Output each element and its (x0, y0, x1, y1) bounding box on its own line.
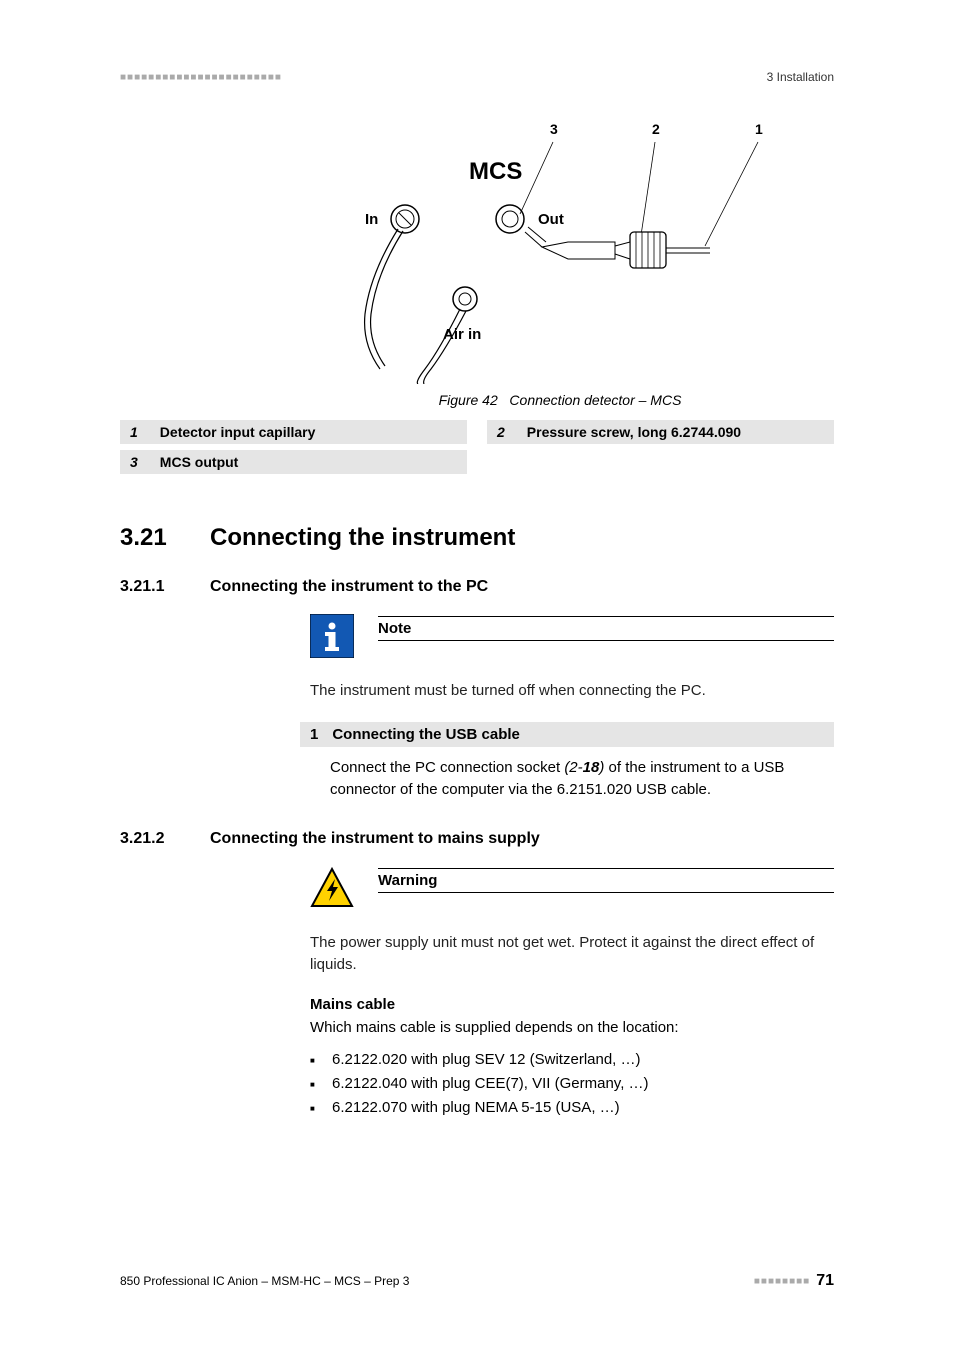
legend-text: Detector input capillary (160, 424, 316, 440)
step-block: 1 Connecting the USB cable Connect the P… (300, 722, 834, 801)
note-block: Note The instrument must be turned off w… (310, 614, 834, 702)
step-head: 1 Connecting the USB cable (300, 722, 834, 747)
figure-caption-text: Connection detector – MCS (509, 392, 681, 408)
mains-intro: Which mains cable is supplied depends on… (310, 1019, 834, 1036)
warning-block: Warning The power supply unit must not g… (310, 866, 834, 976)
step-title: Connecting the USB cable (332, 726, 520, 743)
legend-text: MCS output (160, 454, 239, 470)
warning-label: Warning (378, 868, 834, 893)
section-number: 3.21 (120, 524, 210, 552)
figure-label-out: Out (538, 211, 564, 228)
figure-legend: 1 Detector input capillary 2 Pressure sc… (120, 420, 834, 474)
note-body: The instrument must be turned off when c… (310, 680, 834, 702)
legend-item-2: 2 Pressure screw, long 6.2744.090 (487, 420, 834, 444)
legend-text: Pressure screw, long 6.2744.090 (527, 424, 741, 440)
callout-2-label: 2 (652, 121, 660, 137)
subsection-2-heading: 3.21.2 Connecting the instrument to main… (120, 830, 834, 848)
figure-caption: Figure 42 Connection detector – MCS (310, 392, 810, 408)
figure-title: MCS (469, 158, 522, 185)
legend-num: 3 (130, 454, 138, 470)
mains-list: 6.2122.020 with plug SEV 12 (Switzerland… (310, 1048, 834, 1120)
footer-left: 850 Professional IC Anion – MSM-HC – MCS… (120, 1274, 409, 1288)
section-heading: 3.21 Connecting the instrument (120, 524, 834, 552)
legend-item-1: 1 Detector input capillary (120, 420, 467, 444)
header-chapter: 3 Installation (767, 70, 834, 84)
figure-diagram: 3 2 1 MCS In Out (310, 114, 810, 384)
list-item: 6.2122.070 with plug NEMA 5-15 (USA, …) (310, 1096, 834, 1120)
header-decor-left: ■■■■■■■■■■■■■■■■■■■■■■■ (120, 72, 282, 83)
subsection-1-heading: 3.21.1 Connecting the instrument to the … (120, 578, 834, 596)
page-number: 71 (816, 1272, 834, 1290)
callout-1-label: 1 (755, 121, 763, 137)
subsection-number: 3.21.2 (120, 830, 210, 848)
step-body: Connect the PC connection socket (2-18) … (330, 757, 834, 801)
callout-3-label: 3 (550, 121, 558, 137)
footer-decor: ■■■■■■■■ (754, 1276, 810, 1287)
legend-item-3: 3 MCS output (120, 450, 467, 474)
legend-num: 1 (130, 424, 138, 440)
subsection-number: 3.21.1 (120, 578, 210, 596)
page-header: ■■■■■■■■■■■■■■■■■■■■■■■ 3 Installation (120, 70, 834, 84)
note-label: Note (378, 616, 834, 641)
warning-icon (310, 866, 354, 910)
figure-label-airin: Air in (443, 326, 481, 343)
warning-body: The power supply unit must not get wet. … (310, 932, 834, 976)
figure-svg: 3 2 1 MCS In Out (310, 114, 810, 384)
mains-title: Mains cable (310, 996, 834, 1013)
list-item: 6.2122.020 with plug SEV 12 (Switzerland… (310, 1048, 834, 1072)
page-footer: 850 Professional IC Anion – MSM-HC – MCS… (120, 1272, 834, 1290)
mains-block: Mains cable Which mains cable is supplie… (310, 996, 834, 1120)
step-number: 1 (310, 726, 318, 743)
subsection-title: Connecting the instrument to the PC (210, 578, 488, 596)
legend-num: 2 (497, 424, 505, 440)
figure-label-in: In (365, 211, 378, 228)
figure-caption-prefix: Figure 42 (439, 392, 498, 408)
section-title: Connecting the instrument (210, 524, 515, 552)
list-item: 6.2122.040 with plug CEE(7), VII (German… (310, 1072, 834, 1096)
info-icon (310, 614, 354, 658)
subsection-title: Connecting the instrument to mains suppl… (210, 830, 540, 848)
